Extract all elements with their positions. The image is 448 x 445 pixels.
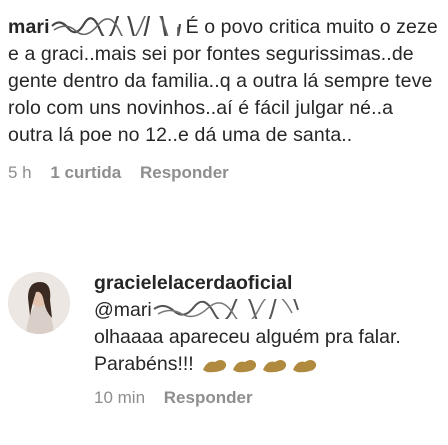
avatar-image xyxy=(8,272,70,334)
comment-username[interactable]: mari xyxy=(8,16,50,38)
redacted-scribble xyxy=(50,16,181,36)
reply-button[interactable]: Responder xyxy=(140,163,229,182)
mention-link[interactable]: @mari xyxy=(94,299,152,321)
redacted-scribble xyxy=(153,299,299,319)
comment-meta: 5 h 1 curtida Responder xyxy=(8,163,440,183)
avatar[interactable] xyxy=(8,272,70,334)
flexed-biceps-emoji xyxy=(263,360,287,373)
comment-time: 5 h xyxy=(8,163,32,182)
main-comment: mari É o povo critica muito o zeze e a gr… xyxy=(8,14,440,183)
reply-button[interactable]: Responder xyxy=(164,388,253,407)
flexed-biceps-emoji xyxy=(233,360,257,373)
reply-comment: gracielelacerdaoficial @mari olhaaaa apa… xyxy=(8,262,440,422)
reply-time: 10 min xyxy=(94,388,146,407)
flexed-biceps-emoji xyxy=(293,360,317,373)
reply-meta: 10 min Responder xyxy=(94,388,440,408)
likes-count[interactable]: 1 curtida xyxy=(50,163,121,182)
reply-username[interactable]: gracielelacerdaoficial xyxy=(94,270,440,297)
flexed-biceps-emoji xyxy=(203,360,227,373)
